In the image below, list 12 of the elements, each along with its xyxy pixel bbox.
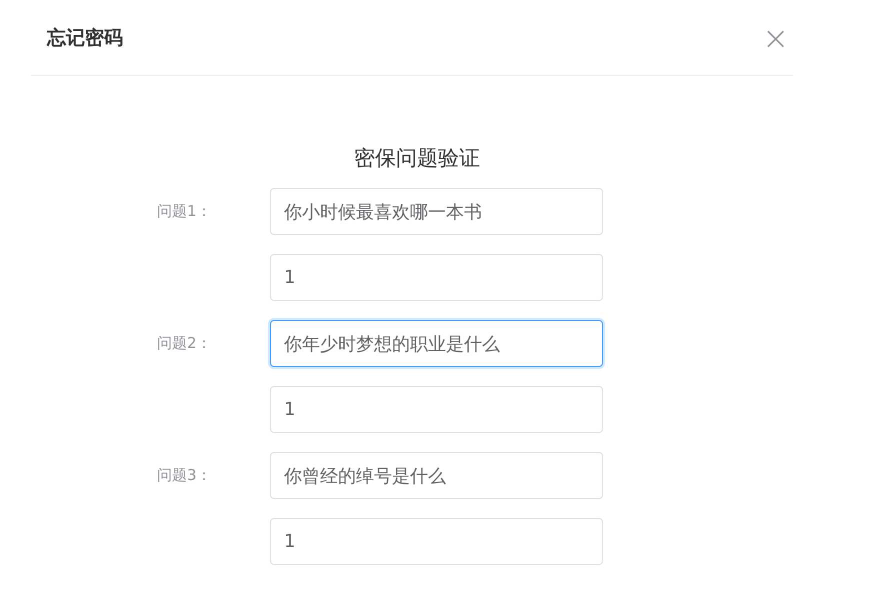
answer-field[interactable]: 1: [270, 254, 603, 301]
dialog-title: 忘记密码: [47, 26, 123, 50]
close-button[interactable]: ×: [762, 24, 789, 52]
question-label: 问题2：: [157, 334, 213, 353]
question-field[interactable]: 你小时候最喜欢哪一本书: [270, 188, 603, 235]
form-heading: 密保问题验证: [354, 145, 480, 172]
question-field[interactable]: 你年少时梦想的职业是什么: [270, 320, 603, 367]
question-label: 问题1：: [157, 202, 213, 221]
answer-field[interactable]: 1: [270, 386, 603, 433]
question-label: 问题3：: [157, 466, 213, 485]
question-field[interactable]: 你曾经的绰号是什么: [270, 452, 603, 499]
answer-field[interactable]: 1: [270, 518, 603, 565]
